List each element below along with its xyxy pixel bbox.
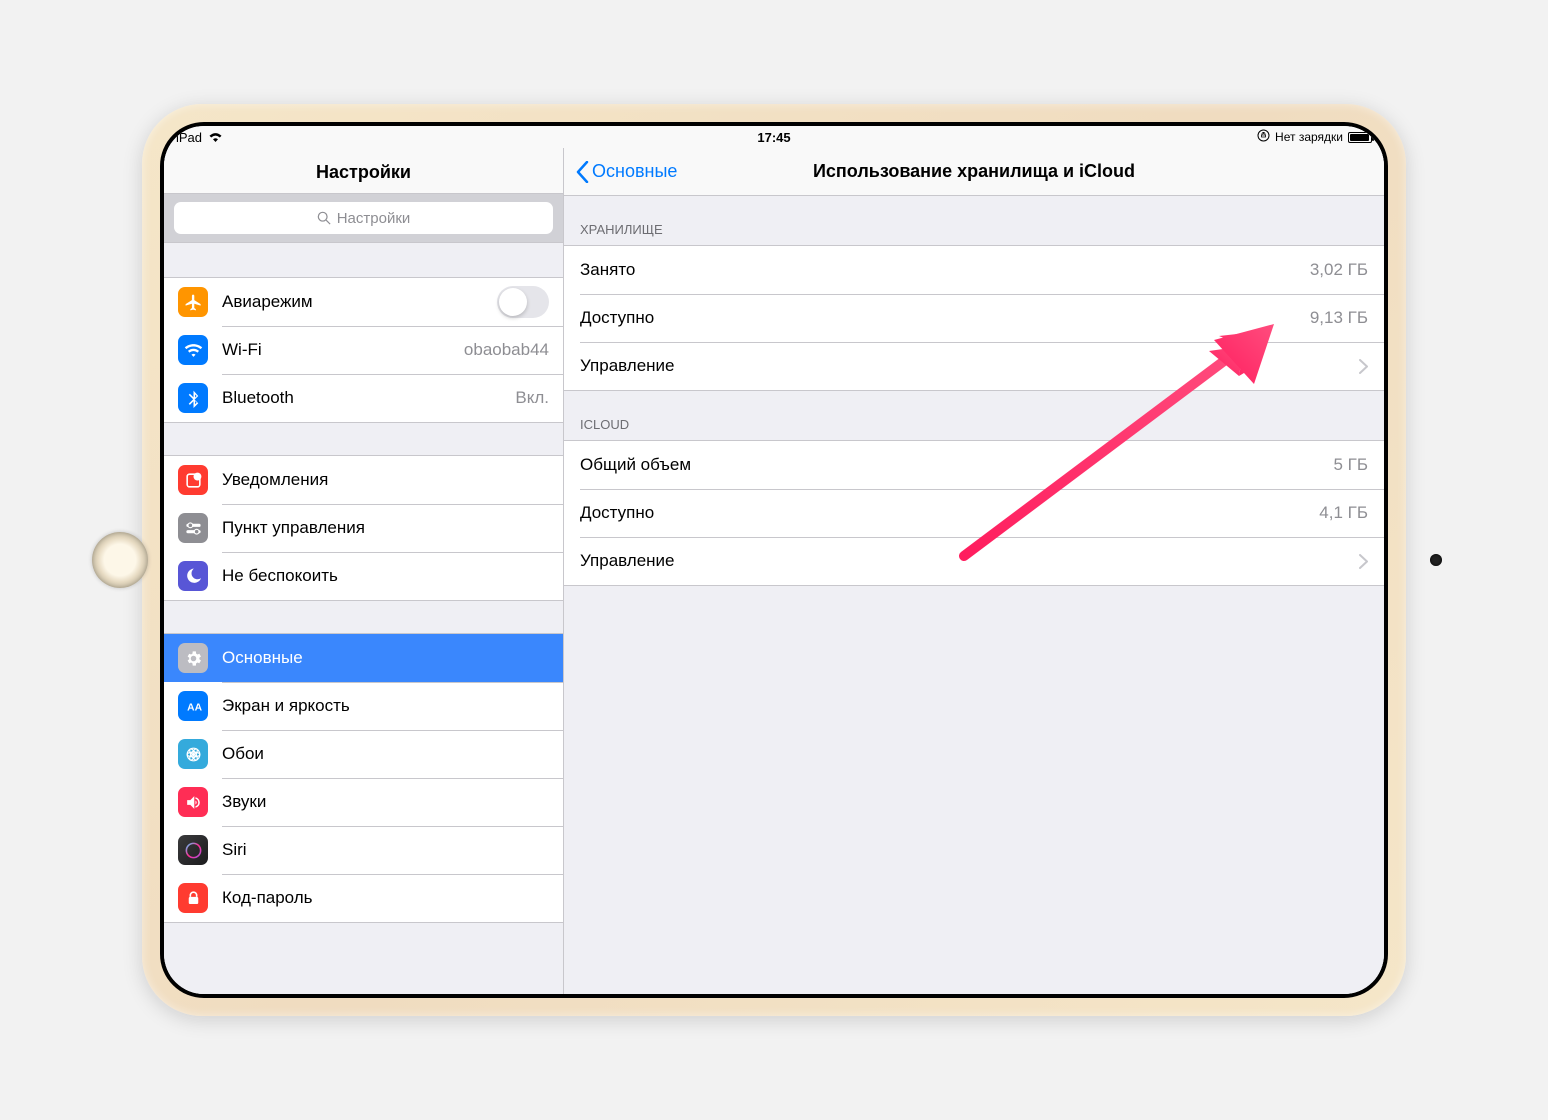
ipad-frame: iPad 17:45 Нет зарядки Н (142, 104, 1406, 1016)
svg-text:AA: AA (187, 702, 202, 713)
icloud-manage-row[interactable]: Управление (564, 537, 1384, 585)
row-label: Управление (580, 356, 1349, 376)
siri-icon (178, 835, 208, 865)
back-button[interactable]: Основные (576, 161, 677, 183)
sidebar-item-label: Bluetooth (222, 388, 515, 408)
chevron-left-icon (576, 161, 589, 183)
airplane-icon (178, 287, 208, 317)
sidebar-item-label: Звуки (222, 792, 549, 812)
lock-rotation-icon (1257, 129, 1270, 145)
sidebar-item-airplane[interactable]: Авиарежим (164, 278, 563, 326)
status-bar: iPad 17:45 Нет зарядки (164, 126, 1384, 148)
camera-dot (1430, 554, 1442, 566)
storage-section-header: ХРАНИЛИЩЕ (564, 196, 1384, 245)
bluetooth-value: Вкл. (515, 388, 549, 408)
sidebar-item-label: Уведомления (222, 470, 549, 490)
sidebar-item-label: Пункт управления (222, 518, 549, 538)
control-center-icon (178, 513, 208, 543)
search-icon (317, 211, 331, 225)
row-label: Общий объем (580, 455, 1333, 475)
row-label: Управление (580, 551, 1349, 571)
display-icon: AA (178, 691, 208, 721)
search-input[interactable]: Настройки (174, 202, 553, 234)
sidebar-item-label: Siri (222, 840, 549, 860)
search-placeholder: Настройки (337, 210, 411, 227)
sidebar-item-dnd[interactable]: Не беспокоить (164, 552, 563, 600)
passcode-icon (178, 883, 208, 913)
sidebar-item-display[interactable]: AA Экран и яркость (164, 682, 563, 730)
wifi-value: obaobab44 (464, 340, 549, 360)
sidebar-item-notifications[interactable]: Уведомления (164, 456, 563, 504)
sidebar-item-label: Код-пароль (222, 888, 549, 908)
storage-available-row: Доступно 9,13 ГБ (564, 294, 1384, 342)
sidebar-item-general[interactable]: Основные (164, 634, 563, 682)
chevron-right-icon (1359, 554, 1368, 569)
airplane-toggle[interactable] (497, 286, 549, 318)
sidebar-title: Настройки (164, 148, 563, 194)
storage-used-row: Занято 3,02 ГБ (564, 246, 1384, 294)
sidebar-item-label: Не беспокоить (222, 566, 549, 586)
detail-title: Использование хранилища и iCloud (813, 161, 1135, 182)
battery-icon (1348, 132, 1372, 143)
settings-sidebar: Настройки Настройки (164, 148, 564, 994)
row-label: Занято (580, 260, 1310, 280)
sidebar-item-label: Основные (222, 648, 549, 668)
device-label: iPad (176, 130, 202, 145)
sidebar-item-passcode[interactable]: Код-пароль (164, 874, 563, 922)
home-button[interactable] (92, 532, 148, 588)
row-value: 5 ГБ (1333, 455, 1368, 475)
sidebar-item-control-center[interactable]: Пункт управления (164, 504, 563, 552)
charge-label: Нет зарядки (1275, 130, 1343, 144)
chevron-right-icon (1359, 359, 1368, 374)
wallpaper-icon (178, 739, 208, 769)
detail-pane: Основные Использование хранилища и iClou… (564, 148, 1384, 994)
icloud-section-header: ICLOUD (564, 391, 1384, 440)
sidebar-item-bluetooth[interactable]: Bluetooth Вкл. (164, 374, 563, 422)
sidebar-item-wallpaper[interactable]: Обои (164, 730, 563, 778)
dnd-icon (178, 561, 208, 591)
sidebar-item-label: Экран и яркость (222, 696, 549, 716)
row-value: 4,1 ГБ (1319, 503, 1368, 523)
sidebar-item-sounds[interactable]: Звуки (164, 778, 563, 826)
row-value: 3,02 ГБ (1310, 260, 1368, 280)
sidebar-item-label: Wi-Fi (222, 340, 464, 360)
row-label: Доступно (580, 503, 1319, 523)
status-time: 17:45 (757, 130, 790, 145)
sidebar-item-siri[interactable]: Siri (164, 826, 563, 874)
notifications-icon (178, 465, 208, 495)
sidebar-item-label: Авиарежим (222, 292, 497, 312)
general-icon (178, 643, 208, 673)
sidebar-item-label: Обои (222, 744, 549, 764)
storage-manage-row[interactable]: Управление (564, 342, 1384, 390)
screen: iPad 17:45 Нет зарядки Н (164, 126, 1384, 994)
wifi-row-icon (178, 335, 208, 365)
row-label: Доступно (580, 308, 1310, 328)
bluetooth-icon (178, 383, 208, 413)
sounds-icon (178, 787, 208, 817)
icloud-total-row: Общий объем 5 ГБ (564, 441, 1384, 489)
back-label: Основные (592, 161, 677, 182)
row-value: 9,13 ГБ (1310, 308, 1368, 328)
wifi-icon (208, 130, 223, 145)
icloud-available-row: Доступно 4,1 ГБ (564, 489, 1384, 537)
sidebar-item-wifi[interactable]: Wi-Fi obaobab44 (164, 326, 563, 374)
